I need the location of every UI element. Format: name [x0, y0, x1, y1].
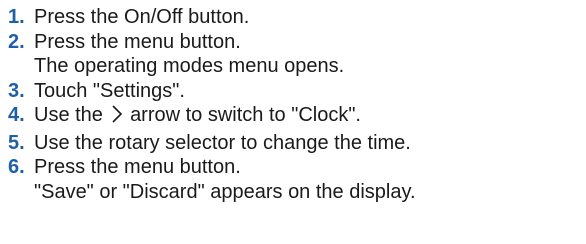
step-line: Press the menu button.: [34, 156, 241, 178]
step-result-line: The operating modes menu opens.: [34, 55, 345, 77]
step-number: 5.: [8, 131, 25, 154]
step-4: 4. Use the arrow to switch to "Clock".: [0, 103, 586, 131]
step-text: Press the menu button. "Save" or "Discar…: [34, 155, 586, 204]
step-text-after-icon: arrow to switch to "Clock".: [130, 104, 361, 126]
step-line: Use the rotary selector to change the ti…: [34, 131, 411, 154]
step-text: Press the menu button. The operating mod…: [34, 30, 586, 79]
step-5: 5. Use the rotary selector to change the…: [0, 131, 586, 156]
step-1: 1. Press the On/Off button.: [0, 5, 586, 30]
step-number: 3.: [8, 79, 25, 102]
step-text: Press the On/Off button.: [34, 5, 586, 30]
step-number: 6.: [8, 156, 25, 178]
step-text-before-icon: Use the: [34, 104, 103, 126]
step-result-line: "Save" or "Discard" appears on the displ…: [34, 180, 416, 203]
step-6: 6. Press the menu button. "Save" or "Dis…: [0, 155, 586, 204]
step-line: Touch "Settings".: [34, 79, 185, 102]
step-line: Press the On/Off button.: [34, 6, 250, 28]
step-line: Press the menu button.: [34, 30, 241, 53]
step-number: 2.: [8, 30, 25, 53]
step-text: Touch "Settings".: [34, 79, 586, 104]
step-text: Use the arrow to switch to "Clock".: [34, 103, 586, 131]
instruction-steps: 1. Press the On/Off button. 2. Press the…: [0, 5, 586, 204]
step-number: 4.: [8, 104, 25, 126]
step-2: 2. Press the menu button. The operating …: [0, 30, 586, 79]
chevron-right-icon: [111, 104, 123, 131]
step-3: 3. Touch "Settings".: [0, 79, 586, 104]
step-line: Use the arrow to switch to "Clock".: [34, 103, 586, 131]
step-number: 1.: [8, 6, 25, 28]
step-text: Use the rotary selector to change the ti…: [34, 131, 586, 156]
instruction-document: 1. Press the On/Off button. 2. Press the…: [0, 0, 586, 244]
